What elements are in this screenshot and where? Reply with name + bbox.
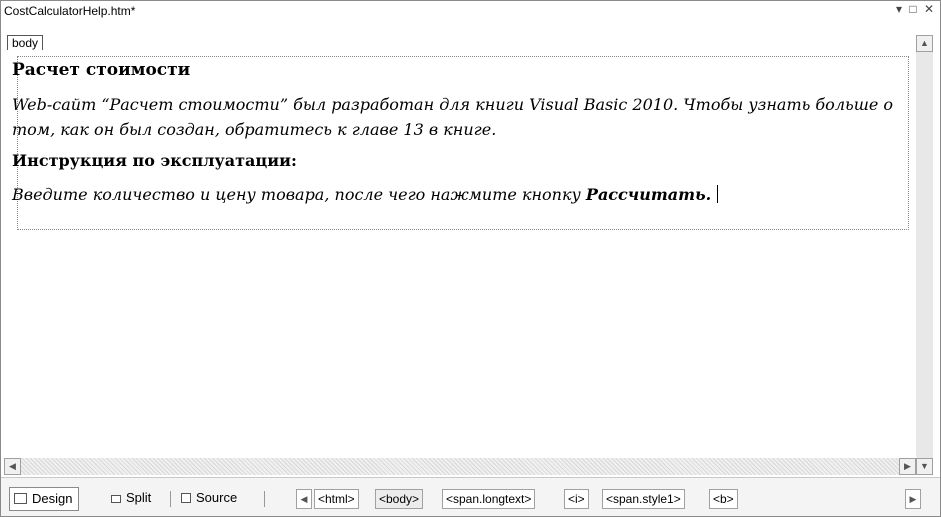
body-tag-label[interactable]: body (7, 35, 44, 50)
tab-divider (170, 491, 171, 507)
tab-source[interactable]: Source (177, 487, 243, 509)
tab-source-label: Source (196, 490, 238, 505)
design-surface[interactable]: body (4, 21, 916, 457)
design-view-icon (14, 493, 27, 504)
scroll-down-icon[interactable]: ▼ (916, 458, 933, 475)
text-caret (717, 185, 719, 203)
tag-path-back-icon[interactable]: ◀ (296, 489, 312, 509)
scroll-up-icon[interactable]: ▲ (916, 35, 933, 52)
tab-design-label: Design (32, 491, 73, 506)
tab-split[interactable]: Split (107, 487, 157, 509)
instructions-heading: Инструкция по эксплуатации: (12, 151, 297, 170)
tab-divider (264, 491, 265, 507)
tag-path-item[interactable]: <b> (709, 489, 738, 509)
dropdown-icon[interactable]: ▾ (896, 2, 904, 16)
horizontal-scrollbar[interactable]: ◀ ▶ (4, 458, 916, 475)
split-view-icon (111, 495, 121, 503)
title-bar: CostCalculatorHelp.htm* ▾ □ ✕ (1, 1, 940, 21)
tag-path-item[interactable]: <i> (564, 489, 589, 509)
window-controls: ▾ □ ✕ (896, 2, 936, 16)
vertical-scrollbar[interactable]: ▲ ▼ (916, 35, 933, 475)
source-view-icon (181, 493, 191, 503)
tag-path-item-selected[interactable]: <body> (375, 489, 424, 509)
close-icon[interactable]: ✕ (924, 2, 936, 16)
tag-path-item[interactable]: <span.style1> (602, 489, 685, 509)
document-window: CostCalculatorHelp.htm* ▾ □ ✕ body Расче… (0, 0, 941, 517)
page-heading: Расчет стоимости (12, 60, 191, 80)
scroll-left-icon[interactable]: ◀ (4, 458, 21, 475)
calculate-bold-text: Рассчитать. (585, 185, 712, 204)
instructions-text: Введите количество и цену товара, после … (12, 185, 581, 204)
view-toolbar: Design Split Source ◀ <html> <body> <spa… (1, 477, 940, 516)
instructions-paragraph: Введите количество и цену товара, после … (12, 185, 719, 204)
tag-path-item[interactable]: <html> (314, 489, 359, 509)
tag-path-item[interactable]: <span.longtext> (442, 489, 536, 509)
scroll-right-icon[interactable]: ▶ (899, 458, 916, 475)
document-tab-title[interactable]: CostCalculatorHelp.htm* (4, 4, 135, 18)
intro-paragraph: Web-сайт “Расчет стоимости” был разработ… (12, 95, 894, 139)
tab-design[interactable]: Design (9, 487, 80, 511)
tab-split-label: Split (126, 490, 152, 505)
tag-path-forward-icon[interactable]: ▶ (905, 489, 921, 509)
restore-icon[interactable]: □ (909, 2, 918, 16)
